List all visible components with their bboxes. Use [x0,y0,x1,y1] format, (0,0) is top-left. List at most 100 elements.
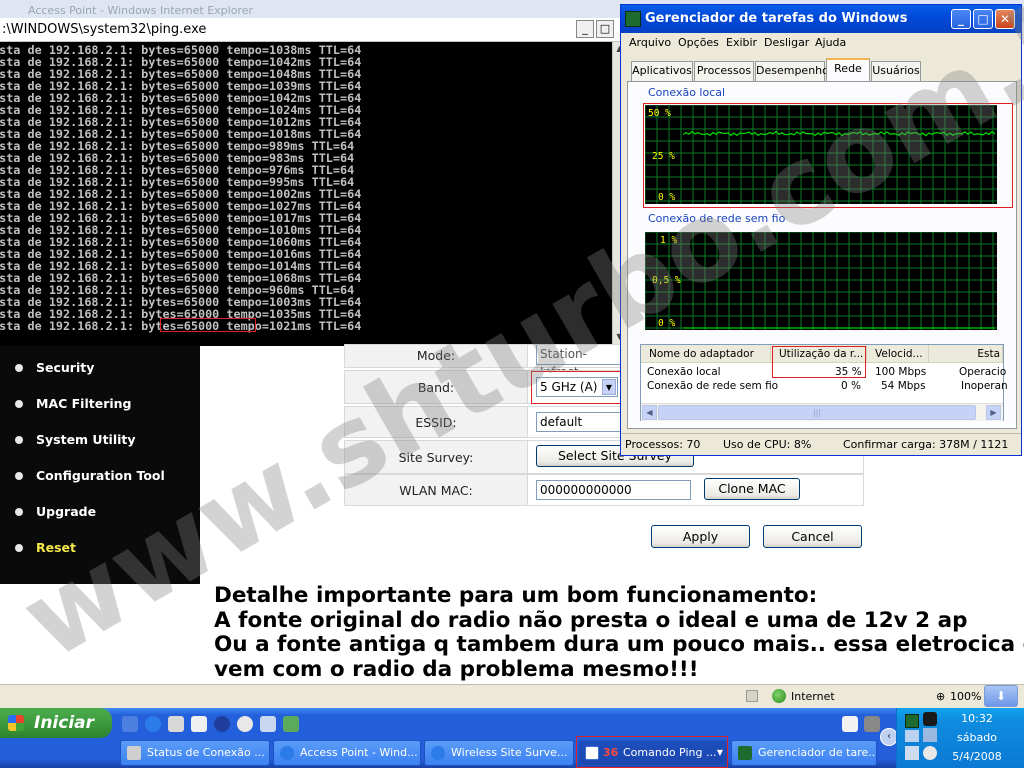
site-survey-label: Site Survey: [398,450,474,465]
zoom-level[interactable]: 100% [950,690,981,703]
task-manager-icon [738,746,752,760]
clone-mac-button[interactable]: Clone MAC [704,478,800,500]
player-icon[interactable] [237,716,253,732]
ie-icon [431,746,445,760]
tm-maximize-button[interactable]: □ [973,9,993,29]
tab-desempenho[interactable]: Desempenho [755,61,829,81]
network-tray-icon[interactable] [905,730,919,742]
taskbar-chevron-icon[interactable] [864,716,880,732]
bullet-icon [15,436,23,444]
sidebar-item-system-utility[interactable]: System Utility [0,428,200,452]
lock-icon [746,690,758,702]
bullet-icon [15,400,23,408]
sidebar-item-upgrade[interactable]: Upgrade [0,500,200,524]
col-state[interactable]: Esta [929,345,1003,363]
show-desktop-icon[interactable] [122,716,138,732]
wifi-graph [645,232,997,330]
clock-day: sábado [957,731,997,744]
windows-flag-icon [8,715,24,731]
task-manager-menubar: Arquivo Opções Exibir Desligar Ajuda [621,33,1021,53]
ie-icon[interactable] [145,716,161,732]
lan-graph-highlight [643,103,1013,208]
taskbar-button-gerenciador[interactable]: Gerenciador de tare... [731,740,877,766]
ping-maximize-button[interactable]: □ [596,20,614,38]
col-adapter-name[interactable]: Nome do adaptador [641,345,771,363]
wifi-graph-svg [645,232,997,330]
taskbar-button-access-point[interactable]: Access Point - Wind... [273,740,421,766]
security-zone: Internet [791,690,835,703]
utilization-highlight [772,346,866,378]
explorer-icon[interactable] [168,716,184,732]
row-lan-state: Operacio [959,366,1007,378]
tm-close-button[interactable]: ✕ [995,9,1015,29]
note-line: Ou a fonte antiga q tambem dura um pouco… [214,632,1024,657]
sidebar-item-reset[interactable]: Reset [0,536,200,560]
tab-usuarios[interactable]: Usuários [871,61,921,81]
tm-minimize-button[interactable]: _ [951,9,971,29]
band-label: Band: [417,380,455,395]
globe-icon [772,689,786,703]
note-line: Detalhe importante para um bom funcionam… [214,583,818,608]
tab-processos[interactable]: Processos [694,61,754,81]
help-icon[interactable] [842,716,858,732]
wifi-graph-title: Conexão de rede sem fio [648,212,786,225]
menu-desligar[interactable]: Desligar [764,36,809,49]
task-manager-app-icon [625,11,641,27]
row-wifi-name: Conexão de rede sem fio [647,380,779,392]
menu-opcoes[interactable]: Opções [678,36,719,49]
taskbar-button-wireless-site-survey[interactable]: Wireless Site Surve... [424,740,574,766]
app-quicklaunch-icon[interactable] [191,716,207,732]
wireless-disconnected-icon[interactable] [905,746,919,760]
row-wifi-state: Inoperan [961,380,1008,392]
ping-minimize-button[interactable]: _ [576,20,594,38]
scroll-left-icon[interactable]: ◀ [642,405,657,420]
menu-ajuda[interactable]: Ajuda [815,36,846,49]
mode-label: Mode: [416,348,456,363]
bullet-icon [15,508,23,516]
sidebar-item-configuration-tool[interactable]: Configuration Tool [0,464,200,488]
scroll-right-icon[interactable]: ▶ [986,405,1001,420]
menu-exibir[interactable]: Exibir [726,36,757,49]
band-highlight [531,371,621,404]
document-icon[interactable] [260,716,276,732]
sidebar-item-security[interactable]: Security [0,356,200,380]
cpu-usage: Uso de CPU: 8% [723,438,812,451]
col-speed[interactable]: Velocid... [867,345,929,363]
overlay-note: Detalhe importante para um bom funcionam… [214,583,1024,682]
scroll-thumb[interactable]: ||| [658,405,976,420]
form-row-wlan-mac: WLAN MAC: 000000000000 Clone MAC [344,474,864,506]
cancel-button[interactable]: Cancel [763,525,862,548]
apply-button[interactable]: Apply [651,525,750,548]
ping-window-title[interactable]: :\WINDOWS\system32\ping.exe _ □ [0,18,626,42]
mode-select[interactable]: Station-Infrast [536,345,626,379]
download-arrow-icon[interactable]: ⬇ [984,685,1018,707]
sidebar-item-mac-filtering[interactable]: MAC Filtering [0,392,200,416]
row-wifi-util: 0 % [841,380,861,392]
commit-charge: Confirmar carga: 378M / 1121 [843,438,1009,451]
taskbar-button-status-conexao[interactable]: Status de Conexão ... [120,740,270,766]
zoom-icon[interactable]: ⊕ [936,690,945,703]
tab-aplicativos[interactable]: Aplicativos [631,61,693,81]
ping-title-text: :\WINDOWS\system32\ping.exe [2,22,207,37]
task-manager-tray-icon[interactable] [905,714,919,728]
wlan-mac-label: WLAN MAC: [399,483,473,498]
start-label: Iniciar [34,713,95,733]
wifi-tick-top: 1 % [660,235,678,246]
clock-time[interactable]: 10:32 [927,712,1024,725]
start-button[interactable]: Iniciar [0,708,112,738]
network-icon[interactable] [283,716,299,732]
media-icon[interactable] [214,716,230,732]
wlan-mac-input[interactable]: 000000000000 [536,480,691,500]
bullet-icon [15,544,23,552]
wifi-tick-bottom: 0 % [658,318,676,329]
adapter-hscrollbar[interactable]: ◀ ||| ▶ [641,403,1003,421]
essid-label: ESSID: [415,415,457,430]
connection-icon [127,746,141,760]
tab-rede[interactable]: Rede [826,58,870,82]
menu-arquivo[interactable]: Arquivo [629,36,671,49]
system-tray: 10:32 sábado 5/4/2008 [896,708,1024,768]
row-lan-name: Conexão local [647,366,721,378]
task-manager-titlebar[interactable]: Gerenciador de tarefas do Windows _ □ ✕ [621,5,1021,33]
router-sidebar: Security MAC Filtering System Utility Co… [0,346,200,584]
processes-count: Processos: 70 [625,438,701,451]
